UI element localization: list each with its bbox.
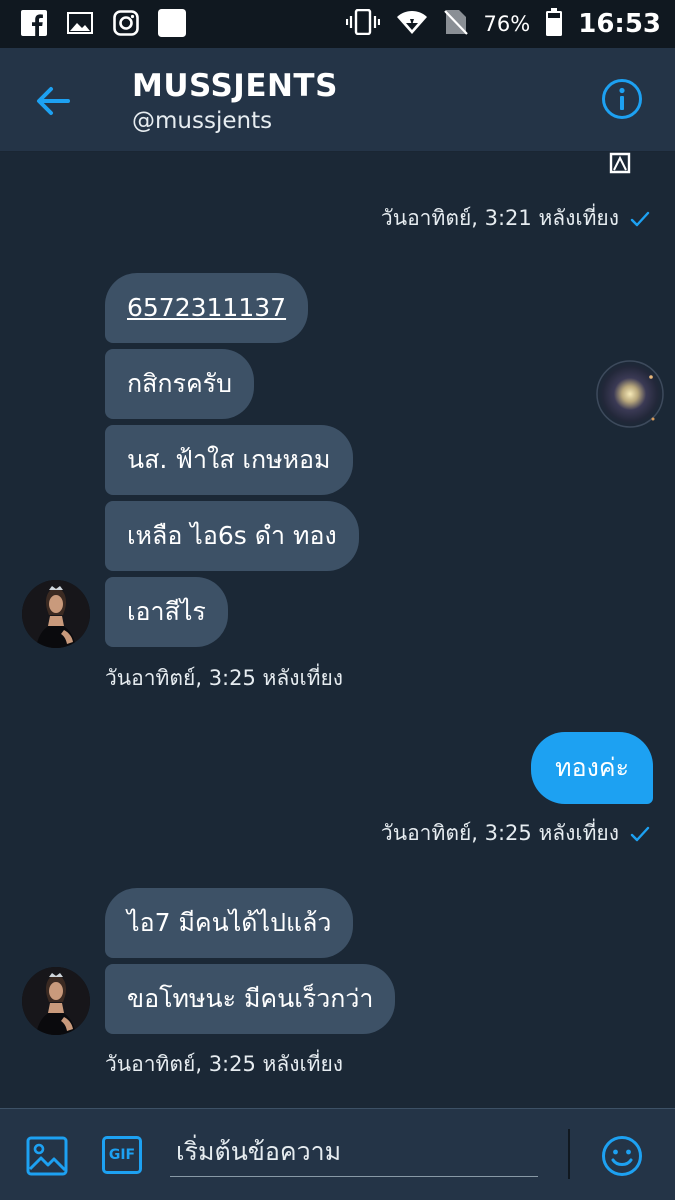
floating-orb-icon bbox=[594, 358, 666, 430]
outgoing-message[interactable]: ทองค่ะ bbox=[531, 732, 653, 804]
sent-check-icon bbox=[630, 826, 650, 841]
battery-percent: 76% bbox=[483, 12, 531, 36]
add-photo-button[interactable] bbox=[26, 1135, 68, 1177]
conversation-handle: @mussjents bbox=[132, 108, 273, 134]
message-timestamp: วันอาทิตย์, 3:25 หลังเที่ยง bbox=[381, 817, 651, 850]
gif-label: GIF bbox=[108, 1147, 136, 1163]
message-timestamp: วันอาทิตย์, 3:21 หลังเที่ยง bbox=[381, 202, 651, 235]
avatar[interactable] bbox=[22, 580, 90, 648]
message-composer: GIF bbox=[0, 1108, 675, 1200]
message-timestamp: วันอาทิตย์, 3:25 หลังเที่ยง bbox=[105, 666, 344, 690]
smiley-icon bbox=[602, 1136, 642, 1176]
incoming-message[interactable]: 6572311137 bbox=[105, 273, 309, 343]
battery-icon bbox=[546, 8, 563, 40]
avatar[interactable] bbox=[22, 967, 90, 1035]
avatar-image bbox=[22, 580, 90, 648]
clock: 16:53 bbox=[578, 9, 661, 39]
instagram-icon bbox=[112, 9, 140, 37]
incoming-message[interactable]: นส. ฟ้าใส เกษหอม bbox=[105, 425, 353, 495]
gallery-icon bbox=[66, 9, 94, 37]
avatar-image bbox=[22, 967, 90, 1035]
incoming-message[interactable]: เหลือ ไอ6s ดำ ทอง bbox=[105, 501, 359, 571]
composer-divider bbox=[568, 1129, 570, 1179]
gif-button[interactable]: GIF bbox=[102, 1136, 142, 1174]
wifi-icon bbox=[396, 9, 428, 39]
info-button[interactable] bbox=[601, 78, 643, 120]
conversation-title: MUSSJENTS bbox=[132, 68, 338, 104]
incoming-message[interactable]: ขอโทษนะ มีคนเร็วกว่า bbox=[105, 964, 396, 1034]
back-arrow-icon bbox=[37, 87, 70, 115]
floating-assistant-button[interactable] bbox=[593, 357, 667, 431]
incoming-message[interactable]: กสิกรครับ bbox=[105, 349, 254, 419]
message-input[interactable] bbox=[170, 1127, 538, 1177]
message-list[interactable]: วันอาทิตย์, 3:21 หลังเที่ยง 6572311137 ก… bbox=[0, 152, 675, 1108]
info-icon bbox=[602, 79, 642, 119]
back-button[interactable] bbox=[30, 78, 76, 124]
no-sim-icon bbox=[443, 8, 468, 40]
status-bar: 76% 16:53 bbox=[0, 0, 675, 48]
sent-check-icon bbox=[630, 211, 650, 226]
image-icon bbox=[26, 1136, 68, 1176]
partial-message-glyph bbox=[609, 152, 631, 174]
emoji-button[interactable] bbox=[601, 1135, 643, 1177]
account-number-link[interactable]: 6572311137 bbox=[127, 293, 286, 322]
app-icon bbox=[158, 9, 186, 37]
incoming-message[interactable]: เอาสีไร bbox=[105, 577, 228, 647]
incoming-message[interactable]: ไอ7 มีคนได้ไปแล้ว bbox=[105, 888, 354, 958]
conversation-header: MUSSJENTS @mussjents bbox=[0, 48, 675, 152]
facebook-icon bbox=[20, 9, 48, 37]
message-timestamp: วันอาทิตย์, 3:25 หลังเที่ยง bbox=[105, 1052, 344, 1076]
vibrate-icon bbox=[345, 8, 380, 39]
